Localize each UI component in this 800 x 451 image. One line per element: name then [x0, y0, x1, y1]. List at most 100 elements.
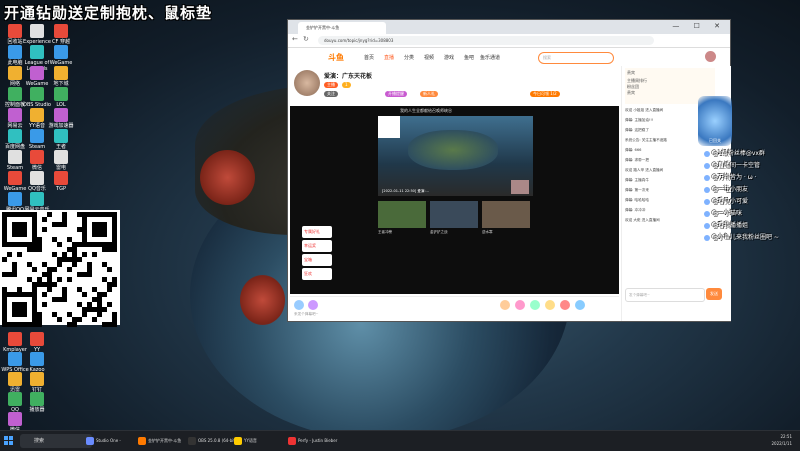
taskbar-clock[interactable]: 22:51 2022/1/11 — [771, 433, 792, 447]
back-icon[interactable]: ← — [292, 35, 298, 43]
chat-input[interactable]: 发个弹幕吧~ — [625, 288, 705, 302]
url-field[interactable]: douyu.com/topic/jnyg?rid=308803 — [318, 36, 654, 45]
douyu-logo[interactable]: 斗鱼 — [328, 52, 344, 63]
recommend-thumb[interactable] — [430, 201, 478, 228]
desktop-icon[interactable]: 播放器 — [22, 392, 52, 413]
app-icon — [8, 412, 22, 426]
nav-item-home[interactable]: 首页 — [364, 54, 374, 61]
rank-item[interactable]: 贵宾 — [625, 90, 715, 96]
gift-icon[interactable] — [560, 300, 570, 310]
qr-module — [107, 267, 112, 272]
thumb-caption: 逆水寒 — [482, 230, 493, 234]
gift-icon[interactable] — [500, 300, 510, 310]
streamer-avatar[interactable] — [294, 70, 320, 96]
follow-button[interactable]: 关注 — [324, 91, 338, 97]
taskbar-app-icon — [234, 437, 242, 445]
browser-tab[interactable]: 金铲铲开黑中·斗鱼 — [298, 22, 386, 34]
wallpaper-tree — [240, 275, 285, 325]
qr-module — [87, 272, 92, 277]
gift-icon[interactable] — [308, 300, 318, 310]
nav-item-channel[interactable]: 鱼乐通道 — [480, 54, 500, 61]
desktop-icon[interactable]: WeGame — [46, 45, 76, 66]
avatar-icon — [704, 198, 710, 205]
gift-icon[interactable] — [545, 300, 555, 310]
nav-item-game[interactable]: 游戏 — [444, 54, 454, 61]
site-search-input[interactable]: 搜索 — [538, 52, 614, 64]
room-header: 爱演：广东天花板 主播 1 关注 开播提醒 新人礼 今日可领 1/2 — [290, 68, 618, 102]
recommend-thumb[interactable] — [378, 201, 426, 228]
stream-banner-text: 开通钻勋送定制抱枕、鼠标垫 — [4, 4, 213, 22]
desktop-icon[interactable]: 游戏加速器 — [46, 108, 76, 129]
app-icon — [8, 45, 22, 59]
qr-module — [32, 267, 37, 272]
app-icon — [54, 171, 68, 185]
app-icon — [54, 24, 68, 38]
app-icon — [30, 24, 44, 38]
mascot-label: 已回关 — [709, 138, 721, 143]
taskbar-app[interactable]: Perfy - Justin Bieber — [286, 434, 358, 448]
taskbar-app-icon — [188, 437, 196, 445]
desktop-icon[interactable]: CF 穿越 — [46, 24, 76, 45]
user-avatar[interactable] — [705, 51, 716, 62]
desktop-icon[interactable]: 钉钉 — [22, 372, 52, 393]
newbie-gift-chip[interactable]: 新人礼 — [420, 91, 438, 97]
qr-module — [72, 262, 77, 267]
anchor-badge: 主播 — [324, 82, 338, 88]
gift-card[interactable]: 狂欢 — [302, 268, 332, 280]
recommend-thumb[interactable] — [482, 201, 530, 228]
avatar-icon — [704, 234, 710, 241]
qr-module — [102, 292, 107, 297]
send-button[interactable]: 发送 — [706, 288, 722, 300]
level-badge: 1 — [342, 82, 351, 88]
overlay-follower-line: @1级粉丝棒@vx群 — [704, 148, 800, 157]
desktop-icon[interactable]: LOL — [46, 87, 76, 108]
desktop-icon[interactable]: YY — [22, 332, 52, 353]
gift-icon[interactable] — [294, 300, 304, 310]
gift-icon[interactable] — [515, 300, 525, 310]
taskbar-search[interactable]: 搜索 — [20, 434, 92, 448]
nav-item-yuba[interactable]: 鱼吧 — [464, 54, 474, 61]
refresh-icon[interactable]: ↻ — [303, 35, 309, 43]
nav-item-video[interactable]: 视频 — [424, 54, 434, 61]
nav-item-live[interactable]: 直播 — [384, 54, 394, 61]
wallpaper-tree — [200, 150, 255, 205]
desktop-icon[interactable]: TGP — [46, 171, 76, 192]
qr-module — [57, 277, 62, 282]
avatar-icon — [704, 210, 710, 217]
avatar-icon — [704, 162, 710, 169]
gift-icon[interactable] — [530, 300, 540, 310]
gift-bar: 来发个弹幕吧~ — [290, 296, 619, 321]
nav-item-category[interactable]: 分类 — [404, 54, 414, 61]
qr-module — [62, 297, 67, 302]
gift-card[interactable]: 专属好礼 — [302, 226, 332, 238]
qr-module — [92, 252, 97, 257]
qr-module — [52, 267, 57, 272]
remind-button[interactable]: 开播提醒 — [385, 91, 407, 97]
thumb-caption: 金铲铲之战 — [430, 230, 448, 234]
daily-claim-label[interactable]: 今日可领 1/2 — [530, 91, 560, 97]
gift-icon[interactable] — [575, 300, 585, 310]
desktop-icon[interactable]: 地下城 — [46, 66, 76, 87]
qr-module — [112, 282, 117, 287]
window-controls[interactable]: — ☐ ✕ — [672, 22, 726, 30]
gift-card[interactable]: 宝箱 — [302, 254, 332, 266]
qr-module — [42, 217, 47, 222]
stream-view[interactable]: [2022-01-11 22:50] 爱演:... — [378, 116, 533, 196]
danmu-input[interactable]: 来发个弹幕吧~ — [294, 312, 319, 317]
qr-module — [102, 232, 107, 237]
app-icon — [54, 45, 68, 59]
gift-card[interactable]: 幸运奖 — [302, 240, 332, 252]
app-icon — [54, 108, 68, 122]
video-player[interactable]: 我的人生全都献给召唤师峡谷 [2022-01-11 22:50] 爱演:... … — [290, 106, 619, 310]
app-icon — [54, 87, 68, 101]
desktop-icon[interactable]: 王者 — [46, 129, 76, 150]
desktop-icon[interactable]: Kazoo — [22, 352, 52, 373]
qr-module — [82, 312, 87, 317]
app-icon — [30, 108, 44, 122]
room-title: 爱演：广东天花板 — [324, 73, 373, 80]
windows-start-icon[interactable] — [4, 436, 14, 446]
desktop-icon-label: 播放器 — [29, 407, 45, 413]
desktop-icon[interactable]: 雷电 — [46, 150, 76, 171]
taskbar-app[interactable]: YY语音 — [232, 434, 294, 448]
taskbar-app[interactable]: Studio One - — [84, 434, 144, 448]
